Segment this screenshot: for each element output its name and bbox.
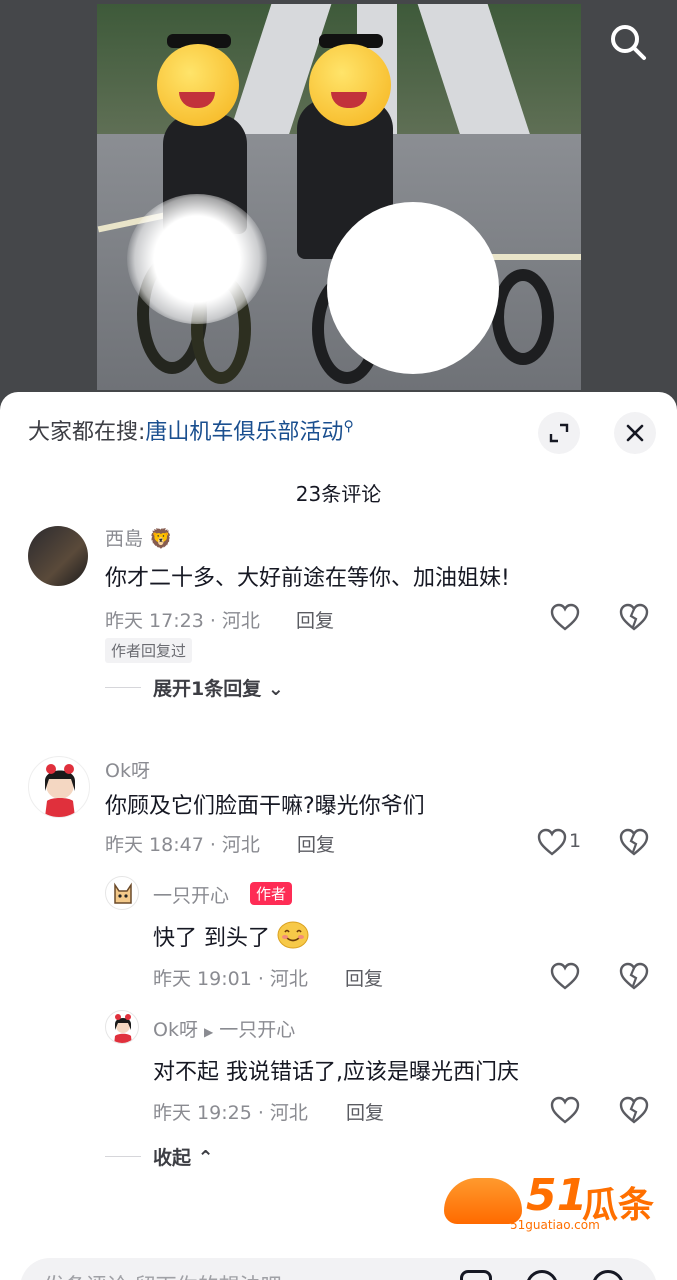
reply-text: 对不起 我说错话了,应该是曝光西门庆 — [153, 1060, 519, 1085]
reply-meta: 昨天 19:01 · 河北 — [153, 968, 308, 990]
comment-meta: 昨天 17:23 · 河北 — [105, 610, 260, 632]
avatar[interactable] — [28, 756, 90, 818]
comment-count: 23条评论 — [295, 482, 382, 506]
watermark-number: 51 — [526, 1170, 588, 1221]
reply-username-text[interactable]: Ok呀 — [153, 1019, 198, 1041]
search-small-icon: ⚲ — [343, 418, 354, 435]
hot-search-prefix: 大家都在搜: — [28, 420, 146, 445]
expand-icon — [549, 423, 569, 443]
comment-text: 你顾及它们脸面干嘛?曝光你爷们 — [105, 794, 425, 819]
expand-replies-button[interactable]: 展开1条回复 ⌄ — [153, 674, 284, 701]
heart-icon[interactable] — [549, 1095, 581, 1125]
comment-item: 西島 🦁 你才二十多、大好前途在等你、加油姐妹! 昨天 17:23 · 河北 回… — [0, 522, 677, 712]
comment-username[interactable]: 西島 🦁 — [105, 524, 173, 551]
lion-emoji-icon: 🦁 — [149, 528, 173, 550]
author-badge: 作者 — [250, 882, 293, 905]
reply-meta: 昨天 19:25 · 河北 — [153, 1102, 308, 1124]
hot-search-term-link[interactable]: 唐山机车俱乐部活动 — [145, 420, 343, 445]
plate-cover — [327, 202, 499, 374]
reply-text: 快了 到头了 — [153, 920, 309, 952]
image-icon[interactable] — [460, 1270, 492, 1280]
video-frame[interactable] — [97, 4, 581, 390]
winking-emoji-sticker — [309, 44, 391, 126]
reply-username[interactable]: 一只开心 — [153, 881, 229, 908]
comment-item: Ok呀 你顾及它们脸面干嘛?曝光你爷们 昨天 18:47 · 河北 回复 1 一… — [0, 754, 677, 1184]
collapse-replies-button[interactable]: 收起 ⌃ — [153, 1143, 214, 1170]
comment-username[interactable]: Ok呀 — [105, 756, 150, 783]
heart-icon[interactable] — [549, 961, 581, 991]
heart-icon[interactable] — [549, 602, 581, 632]
motorcycle-wheel — [492, 269, 554, 365]
expand-replies-label: 展开1条回复 — [153, 678, 262, 700]
search-icon[interactable] — [606, 20, 650, 64]
watermark-url: 51guatiao.com — [510, 1218, 600, 1232]
close-button[interactable] — [614, 412, 656, 454]
close-icon — [626, 424, 644, 442]
broken-heart-icon[interactable] — [618, 961, 650, 991]
like-count: 1 — [569, 830, 582, 852]
author-replied-badge: 作者回复过 — [105, 638, 193, 663]
comment-text: 你才二十多、大好前途在等你、加油姐妹! — [105, 566, 510, 591]
reply-button[interactable]: 回复 — [346, 1098, 384, 1125]
hot-search-bar: 大家都在搜:唐山机车俱乐部活动⚲ — [28, 414, 354, 446]
collapse-label: 收起 — [153, 1147, 192, 1169]
comment-input-bar[interactable]: 发条评论,留下你的想法吧 — [20, 1258, 657, 1280]
blushing-smile-emoji-icon — [277, 921, 309, 949]
reply-to-username[interactable]: 一只开心 — [219, 1019, 295, 1041]
heart-icon[interactable] — [536, 827, 568, 857]
reply-button[interactable]: 回复 — [296, 606, 334, 633]
reply-button[interactable]: 回复 — [297, 830, 335, 857]
divider-line — [105, 1156, 141, 1157]
comment-meta: 昨天 18:47 · 河北 — [105, 834, 260, 856]
expand-button[interactable] — [538, 412, 580, 454]
winking-emoji-sticker — [157, 44, 239, 126]
broken-heart-icon[interactable] — [618, 602, 650, 632]
reply-arrow-icon: ▶ — [203, 1025, 214, 1039]
broken-heart-icon[interactable] — [618, 1095, 650, 1125]
site-watermark-logo: 51 瓜条 51guatiao.com — [444, 1170, 658, 1238]
username-text: 西島 — [105, 528, 144, 550]
broken-heart-icon[interactable] — [618, 827, 650, 857]
reply-text-content: 快了 到头了 — [153, 926, 270, 951]
avatar[interactable] — [105, 1010, 139, 1044]
chevron-up-icon: ⌃ — [197, 1147, 214, 1169]
emoji-icon[interactable] — [592, 1270, 624, 1280]
comment-sheet: 大家都在搜:唐山机车俱乐部活动⚲ 23条评论 西島 🦁 你才二十多、大好前途在等… — [0, 392, 677, 1280]
at-mention-icon[interactable] — [526, 1270, 558, 1280]
comment-input-placeholder: 发条评论,留下你的想法吧 — [44, 1270, 282, 1280]
plate-blur — [127, 194, 267, 324]
reply-button[interactable]: 回复 — [345, 964, 383, 991]
avatar[interactable] — [105, 876, 139, 910]
reply-username: Ok呀 ▶ 一只开心 — [153, 1015, 295, 1042]
chevron-down-icon: ⌄ — [267, 678, 284, 700]
divider-line — [105, 687, 141, 688]
avatar[interactable] — [28, 526, 88, 586]
